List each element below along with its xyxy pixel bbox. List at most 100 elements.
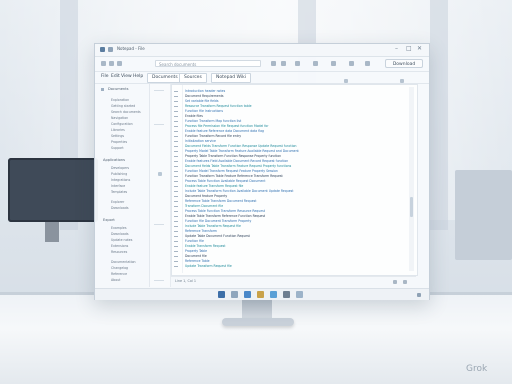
code-line[interactable]: Function Transform Table Feature Referen…	[185, 174, 283, 178]
sidebar-item[interactable]: Documentation	[111, 260, 136, 264]
code-line[interactable]: Update Transform Request file	[185, 264, 232, 268]
sidebar-item[interactable]: Update notes	[111, 238, 132, 242]
menu-file[interactable]: File	[101, 74, 109, 79]
drag-handle-icon[interactable]	[158, 172, 162, 176]
forward-icon[interactable]	[109, 61, 114, 66]
vertical-scrollbar[interactable]	[409, 87, 414, 271]
code-line[interactable]: Document file	[185, 254, 207, 258]
sidebar-item[interactable]: Changelog	[111, 266, 128, 270]
notepad-icon[interactable]	[296, 291, 303, 298]
sidebar-item[interactable]: Downloads	[111, 206, 129, 210]
sidebar-item[interactable]: Settings	[111, 134, 124, 138]
search-icon[interactable]	[231, 291, 238, 298]
code-line[interactable]: Enable Table Transform Reference Functio…	[185, 214, 265, 218]
code-line[interactable]: Process Table Function Transform Resourc…	[185, 209, 265, 213]
folder-icon[interactable]	[257, 291, 264, 298]
sidebar-item[interactable]: About	[111, 278, 120, 282]
sidebar-item[interactable]: Explorer	[111, 200, 124, 204]
code-line[interactable]: Include Table Transform Function Availab…	[185, 189, 294, 193]
close-button[interactable]: ✕	[417, 46, 422, 52]
mail-icon[interactable]	[270, 291, 277, 298]
sidebar-item[interactable]: Developers	[111, 166, 129, 170]
terminal-icon[interactable]	[283, 291, 290, 298]
sidebar-item[interactable]: Templates	[111, 190, 127, 194]
tray-icon[interactable]	[417, 293, 421, 297]
code-line[interactable]: Document Fields Transform Function Respo…	[185, 144, 296, 148]
sidebar-item[interactable]: Reference	[111, 272, 127, 276]
text-editor[interactable]: Introduction header notes Document Requir…	[171, 79, 418, 276]
maximize-button[interactable]: □	[406, 46, 412, 52]
download-button[interactable]: Download	[385, 59, 423, 68]
code-line[interactable]: Set variable file fields	[185, 99, 219, 103]
settings-icon[interactable]	[403, 280, 407, 284]
settings-icon[interactable]	[331, 61, 336, 66]
sidebar-item[interactable]: Configuration	[111, 122, 133, 126]
back-icon[interactable]	[101, 61, 106, 66]
sidebar-item[interactable]: Interface	[111, 184, 125, 188]
code-line[interactable]: Document Requirements	[185, 94, 224, 98]
tab-notepad-wiki[interactable]: Notepad Wiki	[211, 73, 252, 83]
code-line[interactable]: Document feature Property	[185, 194, 227, 198]
search-input[interactable]: Search documents	[155, 60, 261, 67]
sort-icon[interactable]	[295, 61, 300, 66]
code-line[interactable]: Transform Document file	[185, 204, 223, 208]
tab-sources[interactable]: Sources	[179, 73, 207, 83]
code-line[interactable]: Function Transform Record file entry	[185, 134, 241, 138]
code-line[interactable]: Enable files	[185, 114, 203, 118]
code-line[interactable]: Property Table	[185, 249, 207, 253]
code-line[interactable]: Property Table Transform Function Respon…	[185, 154, 281, 158]
sidebar-item[interactable]: Navigation	[111, 116, 128, 120]
filter-icon[interactable]	[313, 61, 318, 66]
more-icon[interactable]	[365, 61, 370, 66]
code-line[interactable]: Enable feature Transform Request file	[185, 184, 243, 188]
bookmark-icon[interactable]	[344, 79, 348, 83]
code-line[interactable]: Process file Permission file Request fun…	[185, 124, 268, 128]
code-line[interactable]: Function file Instructions	[185, 109, 223, 113]
menu-edit[interactable]: Edit	[111, 74, 120, 79]
sidebar-item[interactable]: Extensions	[111, 244, 128, 248]
code-line[interactable]: Resource Transform Request function tabl…	[185, 104, 252, 108]
sidebar-header[interactable]: Documents	[108, 87, 129, 91]
code-line[interactable]: Property Model Table Transform Feature A…	[185, 149, 299, 153]
code-line[interactable]: Function file Document Transform Propert…	[185, 219, 251, 223]
sidebar-item[interactable]: Downloads	[111, 232, 129, 236]
code-line[interactable]: Enable feature Reference data Document d…	[185, 129, 264, 133]
list-icon[interactable]	[281, 61, 286, 66]
code-line[interactable]: Reference Table	[185, 259, 210, 263]
expand-icon[interactable]	[400, 79, 404, 83]
start-icon[interactable]	[218, 291, 225, 298]
code-line[interactable]: Include Table Transform Request file	[185, 224, 241, 228]
code-line[interactable]: Function Model Transform Request Feature…	[185, 169, 278, 173]
notification-icon[interactable]	[393, 280, 397, 284]
minimize-button[interactable]: –	[395, 46, 398, 52]
folder-icon[interactable]	[108, 47, 113, 52]
grid-icon[interactable]	[271, 61, 276, 66]
sidebar-item[interactable]: Examples	[111, 226, 127, 230]
code-line[interactable]: Introduction header notes	[185, 89, 225, 93]
code-line[interactable]: Reference Table Transform Document Reque…	[185, 199, 257, 203]
browser-icon[interactable]	[244, 291, 251, 298]
sidebar-item[interactable]: Resources	[111, 250, 127, 254]
scrollbar-thumb[interactable]	[410, 197, 413, 217]
share-icon[interactable]	[349, 61, 354, 66]
sidebar-item[interactable]: Support	[111, 146, 124, 150]
code-line[interactable]: Function Transform Map function list	[185, 119, 241, 123]
code-line[interactable]: Process Table Function Available Request…	[185, 179, 265, 183]
sidebar-item[interactable]: Properties	[111, 140, 127, 144]
code-line[interactable]: Update Table Document Function Request	[185, 234, 250, 238]
code-line[interactable]: Function file	[185, 239, 204, 243]
menu-view[interactable]: View	[121, 74, 132, 79]
code-line[interactable]: Initialization service	[185, 139, 216, 143]
tab-documents[interactable]: Documents	[147, 73, 183, 83]
code-line[interactable]: Enable features Field Available Document…	[185, 159, 288, 163]
sidebar-item[interactable]: Libraries	[111, 128, 125, 132]
menu-help[interactable]: Help	[133, 74, 143, 79]
refresh-icon[interactable]	[117, 61, 122, 66]
sidebar-section-header[interactable]: Export	[103, 218, 115, 222]
sidebar-item[interactable]: Publishing	[111, 172, 127, 176]
sidebar-item[interactable]: Search documents	[111, 110, 141, 114]
code-line[interactable]: Enable Transform Request	[185, 244, 225, 248]
code-line[interactable]: Document fields Table Transform Feature …	[185, 164, 291, 168]
sidebar-item[interactable]: Exploration	[111, 98, 129, 102]
sidebar-item[interactable]: Getting started	[111, 104, 135, 108]
